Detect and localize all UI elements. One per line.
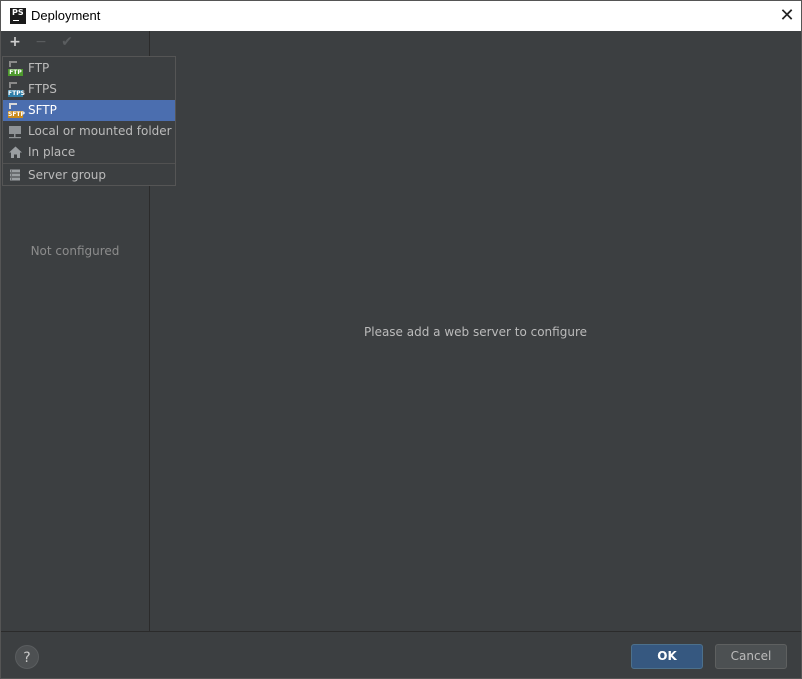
menu-item-label: FTP xyxy=(28,61,50,75)
cancel-button[interactable]: Cancel xyxy=(715,644,787,669)
menu-item-server-group[interactable]: Server group xyxy=(3,165,175,186)
empty-config-message: Please add a web server to configure xyxy=(364,325,587,339)
menu-item-label: Local or mounted folder xyxy=(28,124,172,138)
ftps-icon: FTPS xyxy=(8,82,25,97)
phpstorm-icon: PS xyxy=(10,8,26,24)
ftp-icon: FTP xyxy=(8,61,23,76)
sftp-icon: SFTP xyxy=(8,103,25,118)
folder-icon xyxy=(8,124,23,139)
remove-server-button[interactable]: − xyxy=(33,34,49,50)
deployment-dialog: PS Deployment ✕ + − ✔ Not configured Ple… xyxy=(0,0,802,679)
menu-item-label: Server group xyxy=(28,168,107,182)
add-server-button[interactable]: + xyxy=(7,34,23,50)
menu-item-label: In place xyxy=(28,145,76,159)
not-configured-text: Not configured xyxy=(30,244,120,258)
title-bar: PS Deployment ✕ xyxy=(1,1,801,31)
menu-item-local-folder[interactable]: Local or mounted folder xyxy=(3,121,175,142)
ok-button[interactable]: OK xyxy=(631,644,703,669)
server-group-icon xyxy=(8,168,23,183)
menu-item-in-place[interactable]: In place xyxy=(3,142,175,163)
dialog-footer: ? OK Cancel xyxy=(1,631,801,678)
menu-separator xyxy=(3,163,175,164)
menu-item-ftp[interactable]: FTP FTP xyxy=(3,58,175,79)
add-server-popup: FTP FTP FTPS FTPS SFTP SFTP Local or mou… xyxy=(2,56,176,186)
close-icon[interactable]: ✕ xyxy=(777,6,797,26)
home-icon xyxy=(8,145,23,160)
menu-item-ftps[interactable]: FTPS FTPS xyxy=(3,79,175,100)
menu-item-sftp[interactable]: SFTP SFTP xyxy=(3,100,175,121)
menu-item-label: FTPS xyxy=(28,82,57,96)
server-config-panel: Please add a web server to configure xyxy=(150,31,801,631)
menu-item-label: SFTP xyxy=(28,103,57,117)
set-default-button[interactable]: ✔ xyxy=(59,34,75,50)
window-title: Deployment xyxy=(31,8,101,23)
help-button[interactable]: ? xyxy=(15,645,39,669)
